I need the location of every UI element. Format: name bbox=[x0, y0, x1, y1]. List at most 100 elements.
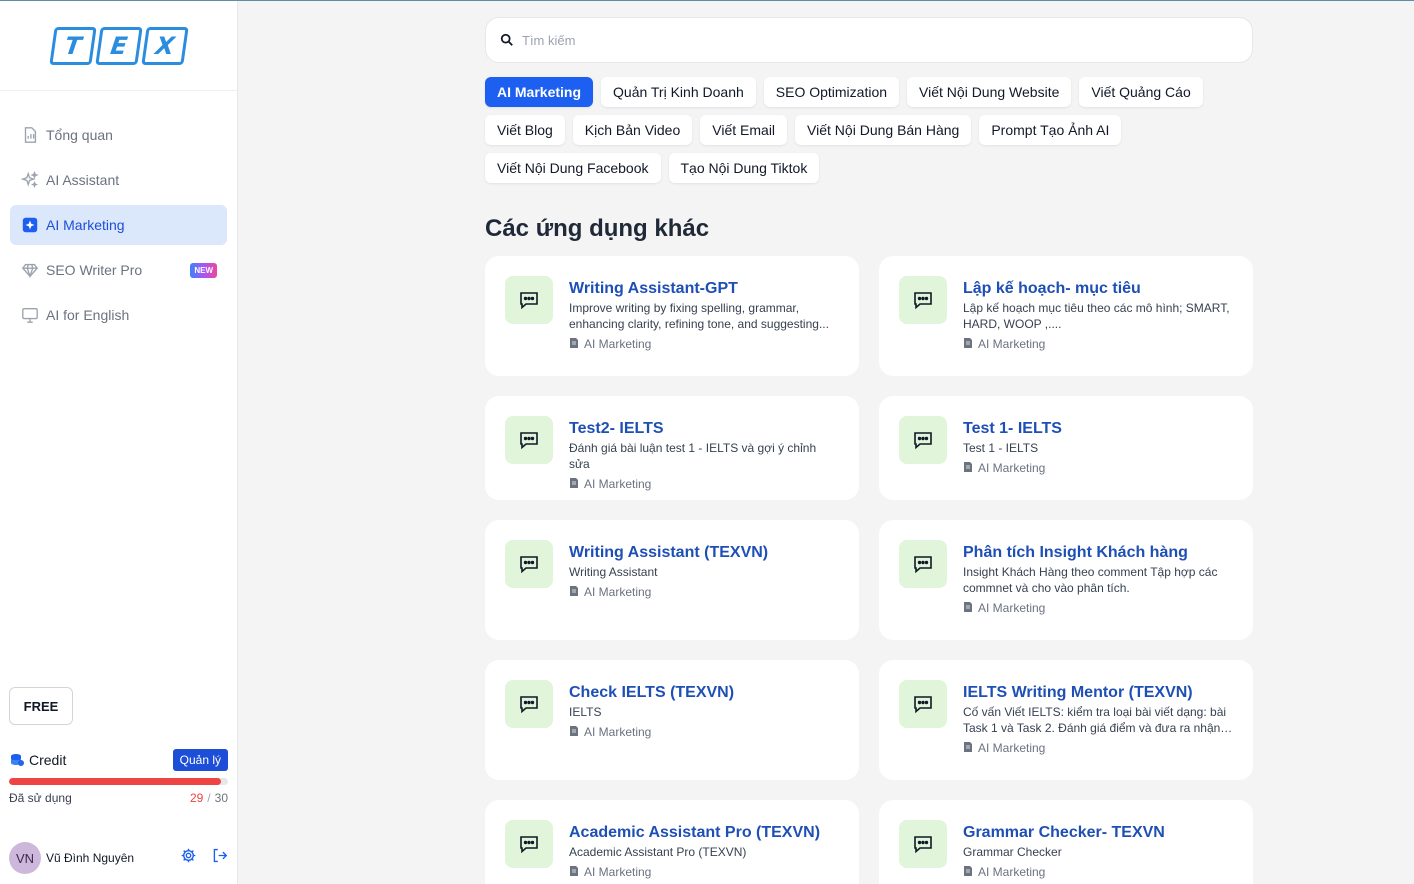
category-tag[interactable]: Prompt Tạo Ảnh AI bbox=[979, 115, 1122, 145]
avatar[interactable]: VN bbox=[9, 842, 41, 874]
app-card[interactable]: Grammar Checker- TEXVN Grammar Checker AI … bbox=[879, 800, 1253, 884]
app-card-category: AI Marketing bbox=[569, 337, 839, 351]
app-card-category: AI Marketing bbox=[569, 725, 734, 739]
app-card-title[interactable]: Writing Assistant-GPT bbox=[569, 279, 839, 299]
chat-bubble-icon bbox=[505, 680, 553, 728]
app-card-category-label: AI Marketing bbox=[584, 725, 652, 739]
logout-icon[interactable] bbox=[211, 847, 228, 869]
document-icon bbox=[963, 461, 973, 475]
app-card-category-label: AI Marketing bbox=[584, 337, 652, 351]
app-card-description: Writing Assistant bbox=[569, 565, 658, 579]
app-card-title[interactable]: Check IELTS (TEXVN) bbox=[569, 683, 734, 703]
category-tag[interactable]: AI Marketing bbox=[485, 77, 594, 107]
chat-bubble-icon bbox=[899, 540, 947, 588]
app-card-category: AI Marketing bbox=[963, 741, 1233, 755]
document-icon bbox=[569, 585, 579, 599]
category-tags: AI Marketing Quản Trị Kinh Doanh SEO Optim… bbox=[485, 77, 1253, 191]
document-icon bbox=[569, 725, 579, 739]
app-card-category: AI Marketing bbox=[963, 461, 1062, 475]
credit-used: 29 bbox=[189, 791, 204, 805]
search-bar[interactable] bbox=[485, 17, 1253, 63]
app-card-description: IELTS bbox=[569, 705, 602, 719]
app-card-category: AI Marketing bbox=[569, 477, 839, 491]
app-card-title[interactable]: Academic Assistant Pro (TEXVN) bbox=[569, 823, 820, 843]
app-card-title[interactable]: Test2- IELTS bbox=[569, 419, 839, 439]
app-card-title[interactable]: Phân tích Insight Khách hàng bbox=[963, 543, 1233, 563]
app-card-category-label: AI Marketing bbox=[978, 461, 1046, 475]
sidebar-item-label: Tổng quan bbox=[46, 127, 113, 143]
app-card[interactable]: Academic Assistant Pro (TEXVN) Academic A… bbox=[485, 800, 859, 884]
document-icon bbox=[569, 865, 579, 879]
category-tag[interactable]: Quản Trị Kinh Doanh bbox=[601, 77, 756, 107]
section-title: Các ứng dụng khác bbox=[485, 215, 710, 242]
app-card-title[interactable]: IELTS Writing Mentor (TEXVN) bbox=[963, 683, 1233, 703]
app-card-category: AI Marketing bbox=[963, 601, 1233, 615]
credit-total: 30 bbox=[214, 791, 228, 805]
credit-title: Credit bbox=[9, 752, 66, 768]
category-tag[interactable]: Kịch Bản Video bbox=[572, 115, 693, 145]
document-icon bbox=[569, 477, 579, 491]
credit-separator: / bbox=[207, 791, 211, 805]
sidebar-item-label: AI for English bbox=[46, 307, 130, 323]
app-card-description: Đánh giá bài luận test 1 - IELTS và gợi … bbox=[569, 441, 817, 471]
category-tag[interactable]: SEO Optimization bbox=[763, 77, 900, 107]
app-card-category-label: AI Marketing bbox=[584, 585, 652, 599]
app-card[interactable]: Writing Assistant (TEXVN) Writing Assista… bbox=[485, 520, 859, 640]
document-icon bbox=[963, 865, 973, 879]
category-tag[interactable]: Viết Email bbox=[700, 115, 788, 145]
app-card[interactable]: Check IELTS (TEXVN) IELTS AI Marketing bbox=[485, 660, 859, 780]
sidebar-nav: Tổng quan AI Assistant AI Marketing SEO … bbox=[0, 91, 237, 335]
diamond-icon bbox=[20, 260, 40, 280]
search-icon bbox=[500, 33, 513, 46]
category-tag[interactable]: Viết Nội Dung Website bbox=[907, 77, 1072, 107]
sparkles-icon bbox=[20, 170, 40, 190]
chat-bubble-icon bbox=[899, 820, 947, 868]
app-card-title[interactable]: Test 1- IELTS bbox=[963, 419, 1062, 439]
logo-letter-x: X bbox=[140, 26, 189, 65]
credit-progress-fill bbox=[9, 778, 221, 785]
app-card[interactable]: Phân tích Insight Khách hàng Insight Khác… bbox=[879, 520, 1253, 640]
category-tag[interactable]: Viết Nội Dung Facebook bbox=[485, 153, 661, 183]
app-card-title[interactable]: Writing Assistant (TEXVN) bbox=[569, 543, 768, 563]
app-card[interactable]: IELTS Writing Mentor (TEXVN) Cố vấn Viết … bbox=[879, 660, 1253, 780]
sidebar-item-ai-for-english[interactable]: AI for English bbox=[10, 295, 227, 335]
app-card[interactable]: Writing Assistant-GPT Improve writing by … bbox=[485, 256, 859, 376]
app-card-title[interactable]: Grammar Checker- TEXVN bbox=[963, 823, 1165, 843]
document-icon bbox=[963, 741, 973, 755]
app-card[interactable]: Lập kế hoạch- mục tiêu Lập kế hoạch mục t… bbox=[879, 256, 1253, 376]
chat-bubble-icon bbox=[505, 820, 553, 868]
app-card-title[interactable]: Lập kế hoạch- mục tiêu bbox=[963, 279, 1233, 299]
sidebar-item-ai-assistant[interactable]: AI Assistant bbox=[10, 160, 227, 200]
app-card[interactable]: Test2- IELTS Đánh giá bài luận test 1 - I… bbox=[485, 396, 859, 500]
category-tag[interactable]: Viết Quảng Cáo bbox=[1079, 77, 1203, 107]
chat-bubble-icon bbox=[505, 416, 553, 464]
logo[interactable]: T E X bbox=[0, 1, 237, 91]
new-badge: NEW bbox=[190, 262, 217, 278]
app-card-category: AI Marketing bbox=[963, 337, 1233, 351]
category-tag[interactable]: Tạo Nội Dung Tiktok bbox=[668, 153, 820, 183]
app-card[interactable]: Test 1- IELTS Test 1 - IELTS AI Marketing bbox=[879, 396, 1253, 500]
document-icon bbox=[569, 337, 579, 351]
app-card-description: Test 1 - IELTS bbox=[963, 441, 1039, 455]
sidebar-item-overview[interactable]: Tổng quan bbox=[10, 115, 227, 155]
sidebar-item-seo-writer-pro[interactable]: SEO Writer Pro NEW bbox=[10, 250, 227, 290]
user-profile: VN Vũ Đình Nguyên bbox=[9, 842, 228, 874]
app-card-category-label: AI Marketing bbox=[978, 337, 1046, 351]
plan-button[interactable]: FREE bbox=[9, 687, 73, 725]
search-input[interactable] bbox=[522, 32, 1238, 48]
chart-report-icon bbox=[20, 125, 40, 145]
logo-letter-t: T bbox=[48, 26, 97, 65]
chat-bubble-icon bbox=[899, 680, 947, 728]
settings-gear-icon[interactable] bbox=[180, 847, 197, 869]
app-card-description: Grammar Checker bbox=[963, 845, 1062, 859]
credit-label: Credit bbox=[29, 752, 67, 768]
coins-icon bbox=[11, 754, 24, 766]
user-name: Vũ Đình Nguyên bbox=[46, 851, 135, 865]
sidebar-item-ai-marketing[interactable]: AI Marketing bbox=[10, 205, 227, 245]
credit-usage-label: Đã sử dụng bbox=[9, 791, 72, 805]
monitor-icon bbox=[20, 305, 40, 325]
category-tag[interactable]: Viết Nội Dung Bán Hàng bbox=[795, 115, 972, 145]
manage-credit-button[interactable]: Quản lý bbox=[172, 749, 228, 771]
sidebar-item-label: AI Assistant bbox=[46, 172, 120, 188]
category-tag[interactable]: Viết Blog bbox=[485, 115, 565, 145]
